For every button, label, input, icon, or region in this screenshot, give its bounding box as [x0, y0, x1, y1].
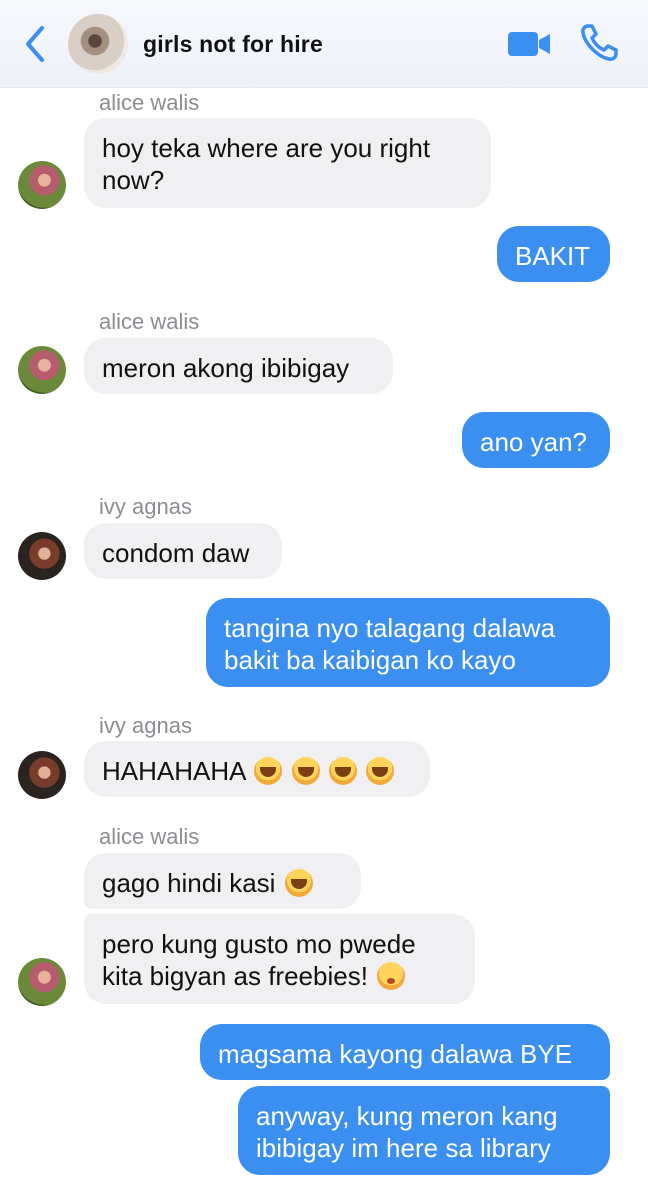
message-text: anyway, kung meron kang	[256, 1101, 558, 1131]
message-text: kita bigyan as freebies!	[102, 960, 457, 992]
outgoing-message[interactable]: ano yan?	[462, 412, 610, 468]
outgoing-message[interactable]: tangina nyo talagang dalawa bakit ba kai…	[206, 598, 610, 687]
sender-name: alice walis	[99, 90, 200, 115]
message-text: bakit ba kaibigan ko kayo	[224, 645, 516, 675]
avatar[interactable]	[18, 958, 66, 1006]
incoming-message[interactable]: meron akong ibibigay	[84, 338, 393, 394]
sender-name: ivy agnas	[99, 713, 192, 738]
chat-header: girls not for hire	[0, 0, 648, 88]
sender-name: alice walis	[99, 824, 200, 849]
phone-call-icon[interactable]	[578, 22, 620, 64]
message-text: ibibigay im here sa library	[256, 1133, 551, 1163]
message-text: now?	[102, 165, 165, 195]
incoming-message[interactable]: hoy teka where are you right now?	[84, 118, 491, 208]
outgoing-message[interactable]: BAKIT	[497, 226, 610, 282]
avatar[interactable]	[18, 161, 66, 209]
message-text: BAKIT	[515, 241, 591, 271]
incoming-message[interactable]: HAHAHAHA	[84, 741, 430, 797]
incoming-message[interactable]: gago hindi kasi	[84, 853, 361, 909]
incoming-message[interactable]: condom daw	[84, 523, 282, 579]
avatar[interactable]	[18, 346, 66, 394]
video-call-icon[interactable]	[506, 26, 552, 62]
message-text: magsama kayong dalawa BYE	[218, 1039, 573, 1069]
message-text: tangina nyo talagang dalawa	[224, 613, 556, 643]
outgoing-message[interactable]: anyway, kung meron kang ibibigay im here…	[238, 1086, 610, 1175]
message-text: pero kung gusto mo pwede	[102, 929, 416, 959]
crying-emoji-icon	[254, 757, 283, 785]
message-text: condom daw	[102, 538, 250, 568]
outgoing-message[interactable]: magsama kayong dalawa BYE	[200, 1024, 610, 1080]
avatar[interactable]	[18, 532, 66, 580]
message-text: gago hindi kasi	[102, 868, 276, 898]
group-avatar[interactable]	[68, 14, 128, 74]
incoming-message[interactable]: pero kung gusto mo pwede kita bigyan as …	[84, 914, 475, 1004]
crying-emoji-icon	[284, 869, 313, 897]
avatar[interactable]	[18, 751, 66, 799]
kissing-emoji-icon	[377, 962, 406, 990]
crying-emoji-icon	[291, 757, 320, 785]
sender-name: ivy agnas	[99, 494, 192, 519]
message-text: meron akong ibibigay	[102, 353, 350, 383]
chevron-left-icon[interactable]	[18, 24, 52, 64]
conversation-title[interactable]: girls not for hire	[143, 31, 323, 58]
sender-name: alice walis	[99, 309, 200, 334]
message-text: HAHAHAHA	[102, 756, 246, 786]
crying-emoji-icon	[328, 757, 357, 785]
message-text: ano yan?	[480, 427, 587, 457]
crying-emoji-icon	[365, 757, 394, 785]
message-text: hoy teka where are you right	[102, 133, 431, 163]
